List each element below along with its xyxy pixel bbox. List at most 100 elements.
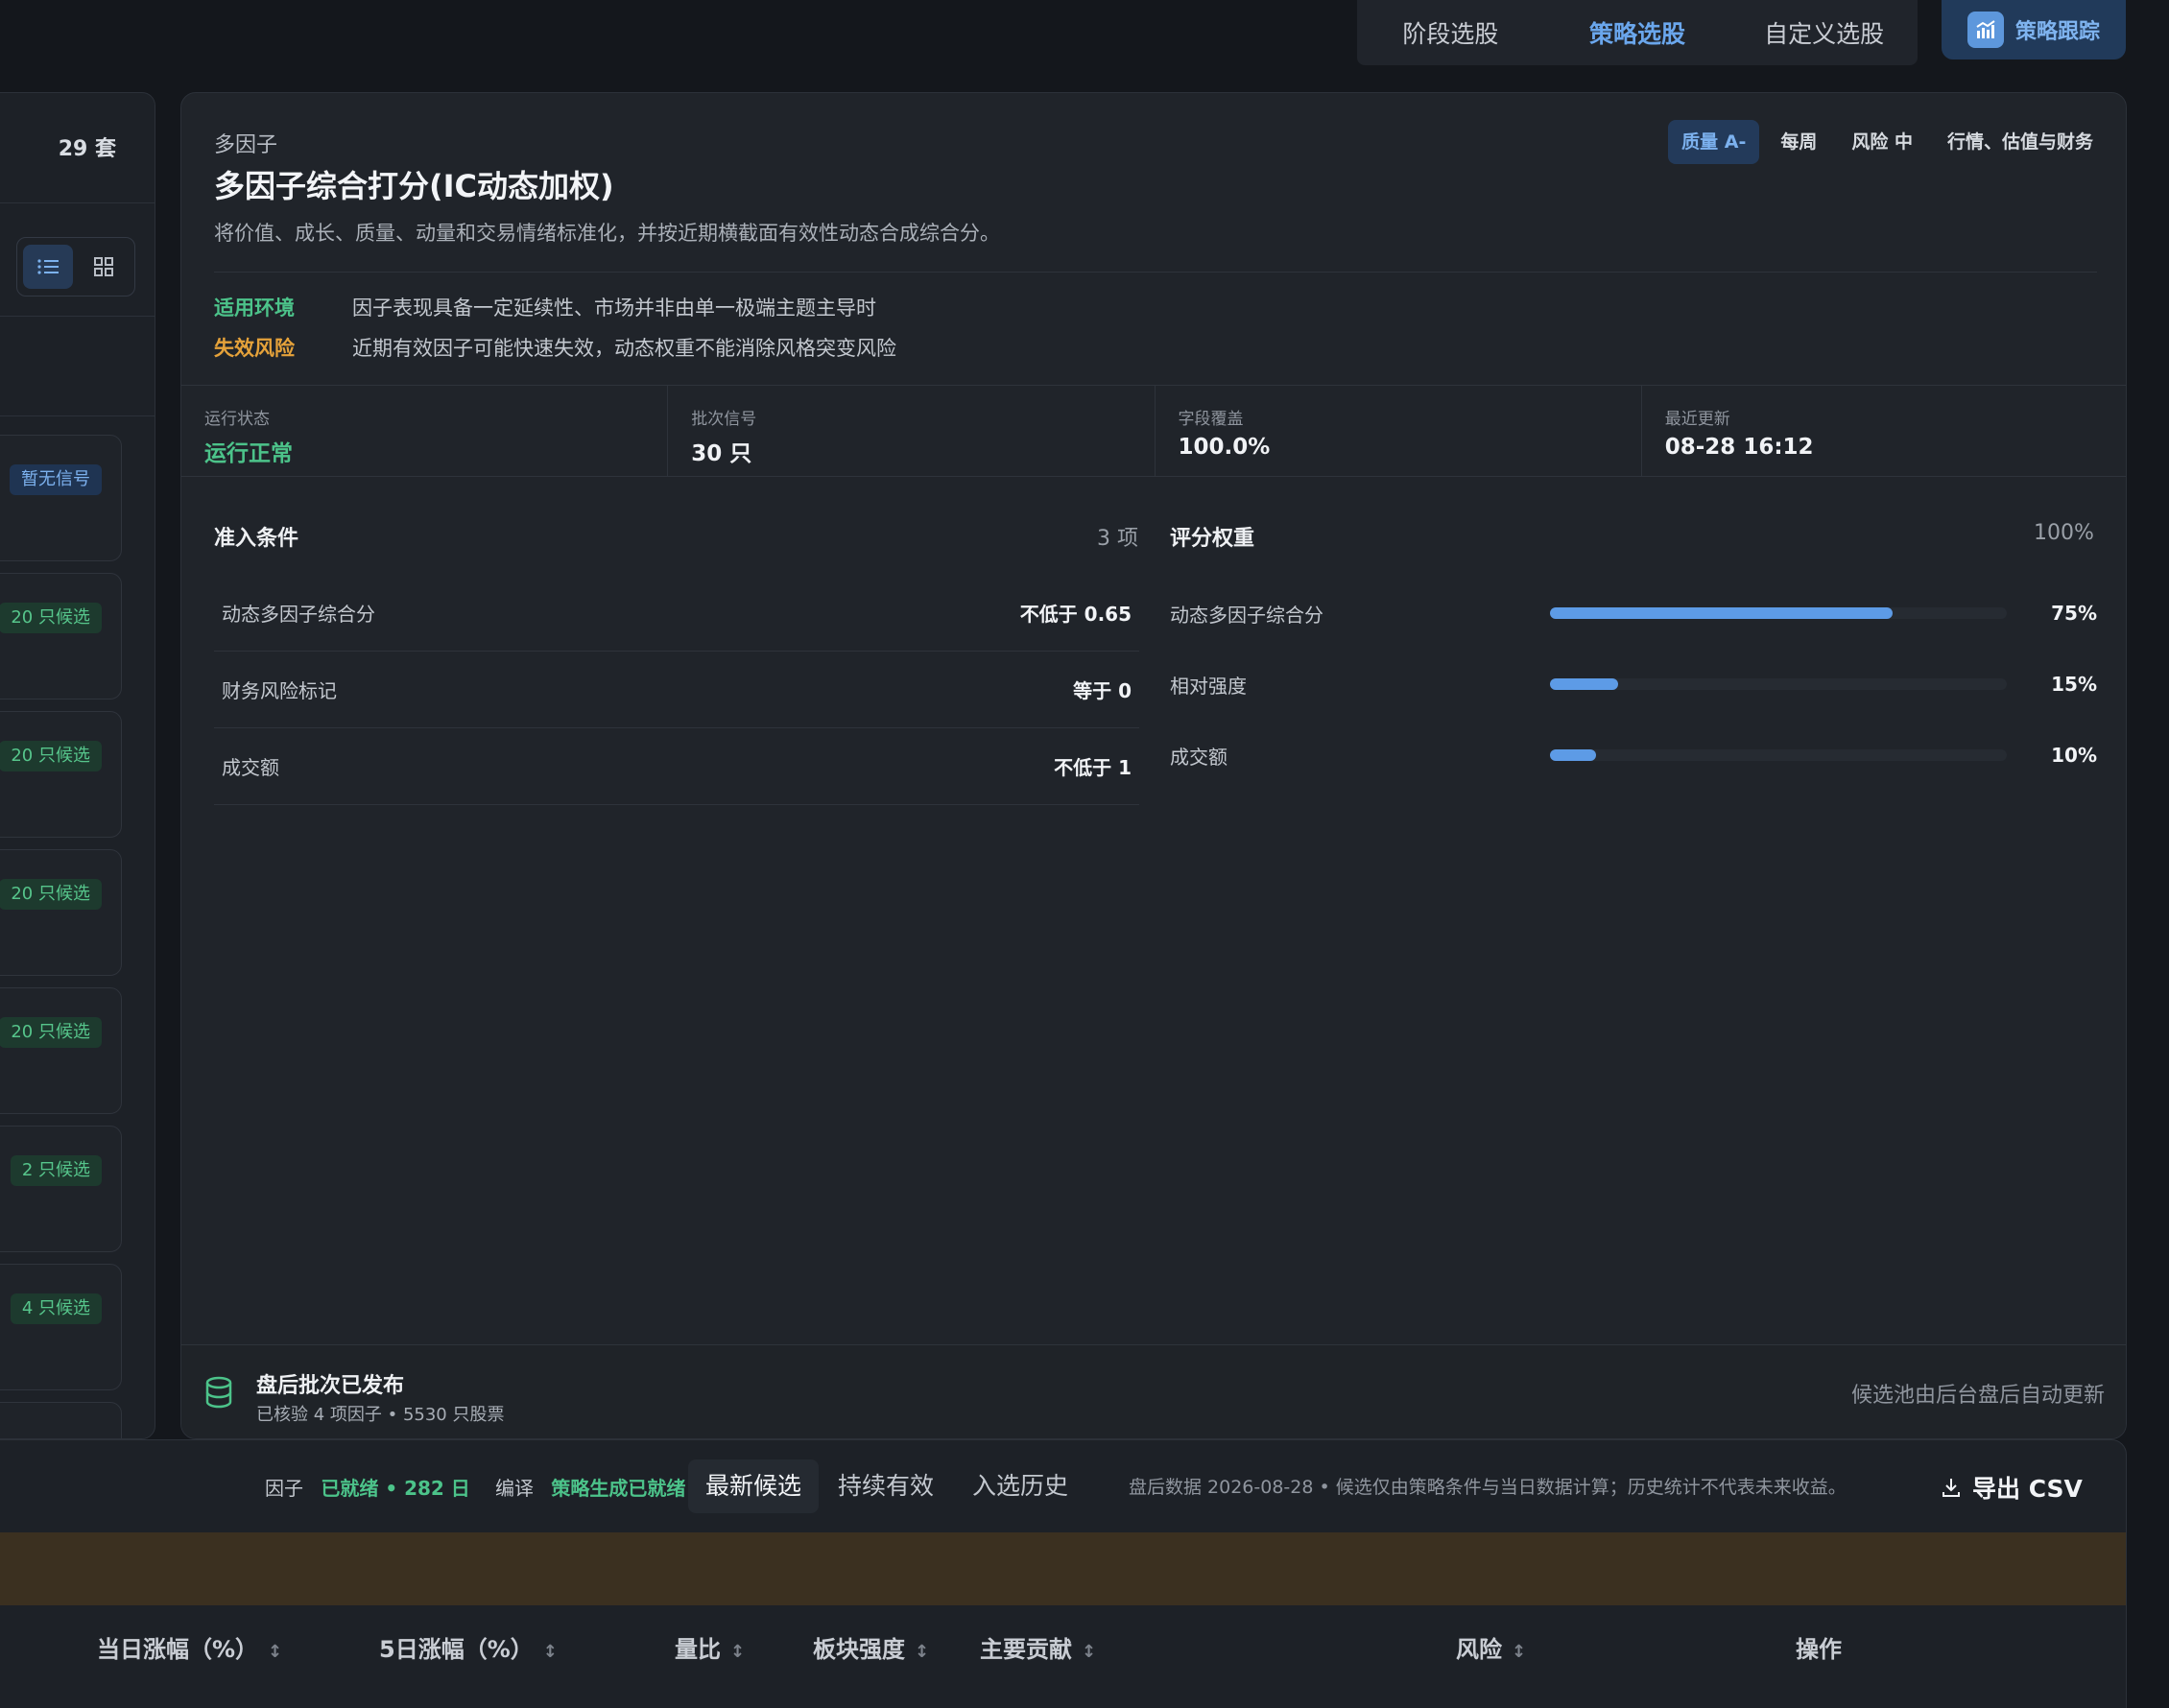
column-risk[interactable]: 风险 ↕ xyxy=(1456,1630,1526,1664)
column-day-change[interactable]: 当日涨幅（%） ↕ xyxy=(97,1630,282,1664)
weight-bar xyxy=(1550,607,2007,619)
tab-persistent[interactable]: 持续有效 xyxy=(821,1459,951,1513)
criteria-value: 不低于 1 xyxy=(1054,756,1132,779)
stat-value: 08-28 16:12 xyxy=(1664,435,1814,460)
factor-label: 因子 xyxy=(265,1477,303,1500)
view-mode-toggle xyxy=(16,237,135,297)
stat-label: 运行状态 xyxy=(204,410,270,429)
download-icon xyxy=(1943,1479,1960,1497)
strategy-card[interactable]: 20 只候选 xyxy=(0,573,122,700)
strategy-sidebar: 29 套 暂无信号 20 只候选 20 只候选 20 只候选 20 只候选 2 … xyxy=(0,92,155,1439)
candidates-section: 因子 已就绪 • 282 日 编译 策略生成已就绪 最新候选 持续有效 入选历史… xyxy=(0,1439,2127,1708)
applicable-environment: 适用环境 因子表现具备一定延续性、市场并非由单一极端主题主导时 xyxy=(214,293,876,321)
strategy-card[interactable]: 20 只候选 xyxy=(0,849,122,976)
column-label: 量比 xyxy=(675,1636,721,1663)
tab-latest-candidates[interactable]: 最新候选 xyxy=(688,1459,820,1513)
criteria-name: 成交额 xyxy=(222,756,279,779)
list-view-button[interactable] xyxy=(23,245,73,289)
criteria-row: 动态多因子综合分 不低于 0.65 xyxy=(214,575,1139,652)
column-label: 当日涨幅（%） xyxy=(97,1636,259,1663)
sort-icon: ↕ xyxy=(730,1642,746,1662)
risk-tag: 风险 中 xyxy=(1851,131,1913,153)
tab-stage-pick[interactable]: 阶段选股 xyxy=(1357,15,1544,50)
candidate-badge: 20 只候选 xyxy=(0,1017,102,1048)
stat-label: 字段覆盖 xyxy=(1178,410,1244,429)
strategy-card[interactable]: 暂无信号 xyxy=(0,435,122,561)
sort-icon: ↕ xyxy=(268,1642,283,1662)
strategy-category: 多因子 xyxy=(214,133,278,157)
stat-value: 运行正常 xyxy=(204,441,293,466)
stat-label: 批次信号 xyxy=(691,410,757,429)
chart-bar-icon xyxy=(1966,12,2004,48)
column-label: 板块强度 xyxy=(813,1636,905,1663)
column-main-contribution[interactable]: 主要贡献 ↕ xyxy=(980,1630,1096,1664)
batch-title: 盘后批次已发布 xyxy=(256,1374,405,1398)
table-header: ↕ 当日涨幅（%）↕ 5日涨幅（%）↕ 量比↕ 板块强度↕ 主要贡献↕ 风险↕ … xyxy=(0,1605,2093,1682)
weight-bar-fill xyxy=(1550,678,1619,690)
weight-name: 成交额 xyxy=(1170,745,1228,769)
tab-strategy-pick[interactable]: 策略选股 xyxy=(1544,15,1731,50)
strategy-card[interactable]: 4 只候选 xyxy=(0,1264,122,1390)
candidate-badge: 20 只候选 xyxy=(0,603,102,633)
export-label: 导出 CSV xyxy=(1972,1475,2083,1503)
export-csv-button[interactable]: 导出 CSV xyxy=(1940,1463,2083,1511)
weight-bar-fill xyxy=(1550,749,1596,761)
stat-run-status: 运行状态 运行正常 xyxy=(181,386,669,476)
tab-selection-history[interactable]: 入选历史 xyxy=(955,1459,1085,1513)
criteria-name: 财务风险标记 xyxy=(222,679,337,702)
factor-value: 已就绪 • 282 日 xyxy=(321,1477,470,1500)
column-actions: 操作 xyxy=(1796,1636,1842,1663)
criteria-name: 动态多因子综合分 xyxy=(222,603,375,626)
weight-bar-fill xyxy=(1550,607,1893,619)
failure-risk: 失效风险 近期有效因子可能快速失效，动态权重不能消除风格突变风险 xyxy=(214,333,896,362)
strategy-tracking-label: 策略跟踪 xyxy=(2014,20,2100,44)
strategy-card[interactable]: 20 只候选 xyxy=(0,987,122,1114)
grid-view-button[interactable] xyxy=(79,245,129,289)
column-volume-ratio[interactable]: 量比 ↕ xyxy=(675,1630,745,1664)
weight-bar xyxy=(1550,749,2007,761)
weight-value: 15% xyxy=(2051,673,2097,696)
data-disclaimer: 盘后数据 2026-08-28 • 候选仅由策略条件与当日数据计算；历史统计不代… xyxy=(1129,1477,1847,1498)
candidate-badge: 20 只候选 xyxy=(0,741,102,771)
strategy-card[interactable] xyxy=(0,1402,122,1438)
strategy-card[interactable]: 2 只候选 xyxy=(0,1126,122,1252)
stat-field-coverage: 字段覆盖 100.0% xyxy=(1156,386,1642,476)
grid-icon xyxy=(94,257,113,276)
factor-status: 因子 已就绪 • 282 日 xyxy=(265,1473,470,1501)
weight-row: 动态多因子综合分 75% xyxy=(1170,594,2097,632)
strategy-tags: 质量 A- 每周 风险 中 行情、估值与财务 xyxy=(1668,120,2107,164)
risk-value: 近期有效因子可能快速失效，动态权重不能消除风格突变风险 xyxy=(352,337,896,360)
env-label: 适用环境 xyxy=(214,297,295,320)
strategy-card[interactable]: 20 只候选 xyxy=(0,711,122,838)
status-stats: 运行状态 运行正常 批次信号 30 只 字段覆盖 100.0% 最近更新 08-… xyxy=(181,385,2126,477)
candidates-toolbar: 因子 已就绪 • 282 日 编译 策略生成已就绪 最新候选 持续有效 入选历史… xyxy=(0,1440,2126,1532)
sort-icon: ↕ xyxy=(915,1642,930,1662)
weights-title: 评分权重 xyxy=(1170,527,1255,551)
weight-name: 相对强度 xyxy=(1170,674,1247,698)
stat-last-update: 最近更新 08-28 16:12 xyxy=(1642,386,2126,476)
candidate-badge: 2 只候选 xyxy=(10,1155,102,1186)
notice-banner xyxy=(0,1532,2126,1605)
tab-custom-pick[interactable]: 自定义选股 xyxy=(1730,15,1918,50)
batch-note: 候选池由后台盘后自动更新 xyxy=(1850,1384,2105,1408)
column-label: 主要贡献 xyxy=(980,1636,1072,1663)
stat-value: 100.0% xyxy=(1178,435,1271,460)
weight-value: 10% xyxy=(2051,744,2097,767)
criteria-value: 等于 0 xyxy=(1073,679,1132,702)
stat-label: 最近更新 xyxy=(1664,410,1730,429)
sort-icon: ↕ xyxy=(542,1642,558,1662)
column-sector-strength[interactable]: 板块强度 ↕ xyxy=(813,1630,929,1664)
criteria-row: 成交额 不低于 1 xyxy=(214,728,1139,805)
criteria-value: 不低于 0.65 xyxy=(1019,603,1132,626)
table-row[interactable] xyxy=(0,1682,2126,1708)
list-icon xyxy=(37,259,59,274)
compile-value: 策略生成已就绪 xyxy=(551,1477,686,1500)
sort-icon: ↕ xyxy=(1512,1642,1527,1662)
top-tab-bar: 阶段选股 策略选股 自定义选股 xyxy=(1357,0,1918,65)
criteria-count: 3 项 xyxy=(1097,527,1138,551)
weight-row: 相对强度 15% xyxy=(1170,665,2097,703)
candidate-badge: 20 只候选 xyxy=(0,879,102,910)
strategy-tracking-button[interactable]: 策略跟踪 xyxy=(1942,0,2126,59)
divider xyxy=(214,272,2097,273)
column-5day-change[interactable]: 5日涨幅（%） ↕ xyxy=(379,1630,558,1664)
